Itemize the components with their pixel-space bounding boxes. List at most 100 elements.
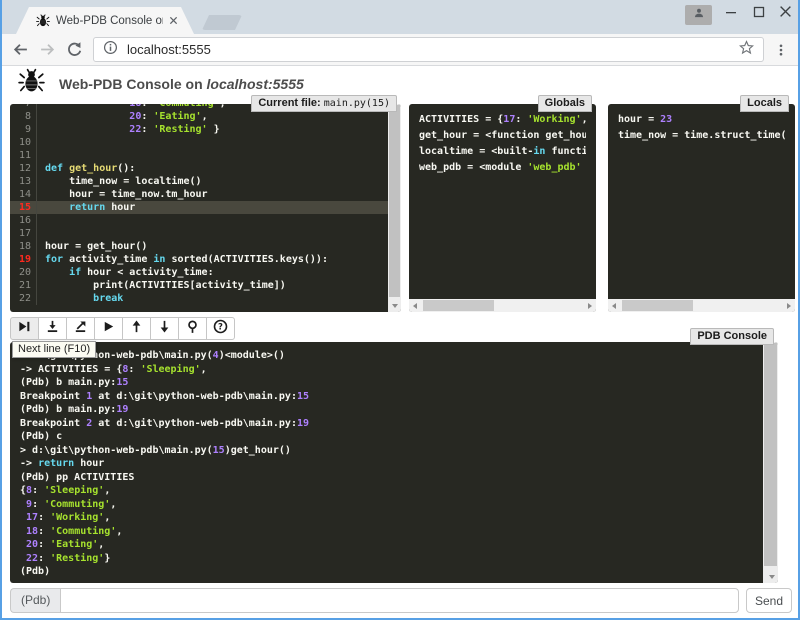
browser-tab[interactable]: Web-PDB Console on lo [16, 7, 194, 34]
code-line: 18hour = get_hour() [10, 240, 401, 253]
output-line: {8: 'Sleeping', [20, 484, 768, 498]
output-line: 17: 'Working', [20, 511, 768, 525]
globals-scrollbar[interactable] [409, 299, 596, 312]
output-line: (Pdb) b main.py:19 [20, 403, 768, 417]
command-input[interactable] [60, 588, 739, 613]
output-line: get_hour = <function get_hour at 0 [419, 128, 586, 144]
location-pin-icon [185, 319, 200, 339]
page-info-icon[interactable] [103, 40, 118, 60]
output-line: hour = 23 [618, 112, 785, 128]
output-line: 20: 'Eating', [20, 538, 768, 552]
output-line: Breakpoint 2 at d:\git\python-web-pdb\ma… [20, 417, 768, 431]
browser-tab-bar: Web-PDB Console on lo [2, 0, 798, 34]
arrow-into-bar-icon [45, 319, 60, 339]
new-tab-button[interactable] [202, 15, 242, 30]
console-lines: > d:\git\python-web-pdb\main.py(4)<modul… [10, 342, 778, 583]
close-tab-icon[interactable] [169, 16, 178, 25]
output-line: > d:\git\python-web-pdb\main.py(15)get_h… [20, 444, 768, 458]
play-icon [101, 319, 116, 339]
command-input-row: (Pdb) Send [10, 588, 792, 613]
svg-text:?: ? [218, 321, 223, 331]
line-number[interactable]: 12 [10, 162, 37, 175]
line-number[interactable]: 9 [10, 123, 37, 136]
line-number[interactable]: 17 [10, 227, 37, 240]
line-number[interactable]: 16 [10, 214, 37, 227]
debug-toolbar: ? [10, 317, 234, 340]
maximize-icon [753, 5, 765, 23]
menu-icon[interactable] [774, 42, 788, 58]
globals-tab: Globals [538, 95, 592, 112]
code-line: 17 [10, 227, 401, 240]
line-number[interactable]: 11 [10, 149, 37, 162]
output-line: (Pdb) b main.py:15 [20, 376, 768, 390]
next-line-button[interactable] [10, 317, 39, 340]
output-line: web_pdb = <module 'web_pdb' from ' [419, 160, 586, 176]
output-line: time_now = time.struct_time(tm_yea [618, 128, 785, 144]
code-line: 12def get_hour(): [10, 162, 401, 175]
line-number[interactable]: 22 [10, 292, 37, 305]
step-out-button[interactable] [66, 317, 95, 340]
locals-panel[interactable]: hour = 23time_now = time.struct_time(tm_… [608, 104, 795, 312]
code-line: 22 break [10, 292, 401, 305]
code-line: 16 [10, 214, 401, 227]
output-line: (Pdb) [20, 565, 768, 579]
close-window-button[interactable] [770, 0, 800, 28]
question-mark-icon: ? [213, 319, 228, 339]
code-line: 19for activity_time in sorted(ACTIVITIES… [10, 253, 401, 266]
forward-button[interactable] [39, 41, 56, 58]
breakpoint-line-number[interactable]: 19 [10, 253, 37, 266]
output-line: -> return hour [20, 457, 768, 471]
help-button[interactable]: ? [206, 317, 235, 340]
code-line: 14 hour = time_now.tm_hour [10, 188, 401, 201]
code-line: 15 return hour [10, 201, 401, 214]
back-button[interactable] [12, 41, 29, 58]
reload-button[interactable] [66, 41, 83, 58]
current-file-tab: Current file: main.py(15) [251, 95, 397, 112]
stack-up-button[interactable] [122, 317, 151, 340]
output-line: localtime = <built-in function loca [419, 144, 586, 160]
source-code-panel[interactable]: 7 18: 'Commuting',8 20: 'Eating',9 22: '… [10, 104, 401, 312]
output-line: > d:\git\python-web-pdb\main.py(4)<modul… [20, 349, 768, 363]
profile-button[interactable] [685, 5, 712, 25]
minimize-icon [725, 5, 737, 23]
line-number[interactable]: 10 [10, 136, 37, 149]
code-line: 10 [10, 136, 401, 149]
pdb-prompt-label: (Pdb) [10, 588, 60, 613]
breakpoint-line-number[interactable]: 15 [10, 201, 37, 214]
code-line: 9 22: 'Resting' } [10, 123, 401, 136]
output-line: 9: 'Commuting', [20, 498, 768, 512]
bookmark-star-icon[interactable] [739, 40, 754, 60]
step-into-button[interactable] [38, 317, 67, 340]
stack-down-button[interactable] [150, 317, 179, 340]
play-to-bar-icon [17, 319, 32, 339]
url-text[interactable]: localhost:5555 [127, 42, 730, 57]
code-line: 20 if hour < activity_time: [10, 266, 401, 279]
globals-panel[interactable]: ACTIVITIES = {17: 'Working', 18: 'get_ho… [409, 104, 596, 312]
minimize-button[interactable] [716, 0, 746, 28]
output-line: 22: 'Resting'} [20, 552, 768, 566]
address-bar[interactable]: localhost:5555 [93, 37, 764, 62]
line-number[interactable]: 20 [10, 266, 37, 279]
locals-scrollbar[interactable] [608, 299, 795, 312]
inspect-current-line-button[interactable] [178, 317, 207, 340]
continue-button[interactable] [94, 317, 123, 340]
globals-lines: ACTIVITIES = {17: 'Working', 18: 'get_ho… [409, 104, 596, 184]
locals-tab: Locals [740, 95, 789, 112]
browser-window: Web-PDB Console on lo [0, 0, 800, 620]
page-title: Web-PDB Console on localhost:5555 [59, 76, 304, 92]
line-number[interactable]: 21 [10, 279, 37, 292]
send-button[interactable]: Send [746, 588, 792, 613]
tooltip: Next line (F10) [12, 341, 96, 358]
output-line: Breakpoint 1 at d:\git\python-web-pdb\ma… [20, 390, 768, 404]
arrow-up-icon [129, 319, 144, 339]
tab-title: Web-PDB Console on lo [56, 15, 163, 27]
code-line: 11 [10, 149, 401, 162]
console-scrollbar[interactable] [763, 342, 778, 583]
line-number[interactable]: 14 [10, 188, 37, 201]
output-line: -> ACTIVITIES = {8: 'Sleeping', [20, 363, 768, 377]
line-number[interactable]: 13 [10, 175, 37, 188]
line-number[interactable]: 18 [10, 240, 37, 253]
code-scrollbar[interactable] [388, 104, 401, 312]
pdb-console-panel[interactable]: > d:\git\python-web-pdb\main.py(4)<modul… [10, 342, 778, 583]
line-number[interactable]: 8 [10, 110, 37, 123]
